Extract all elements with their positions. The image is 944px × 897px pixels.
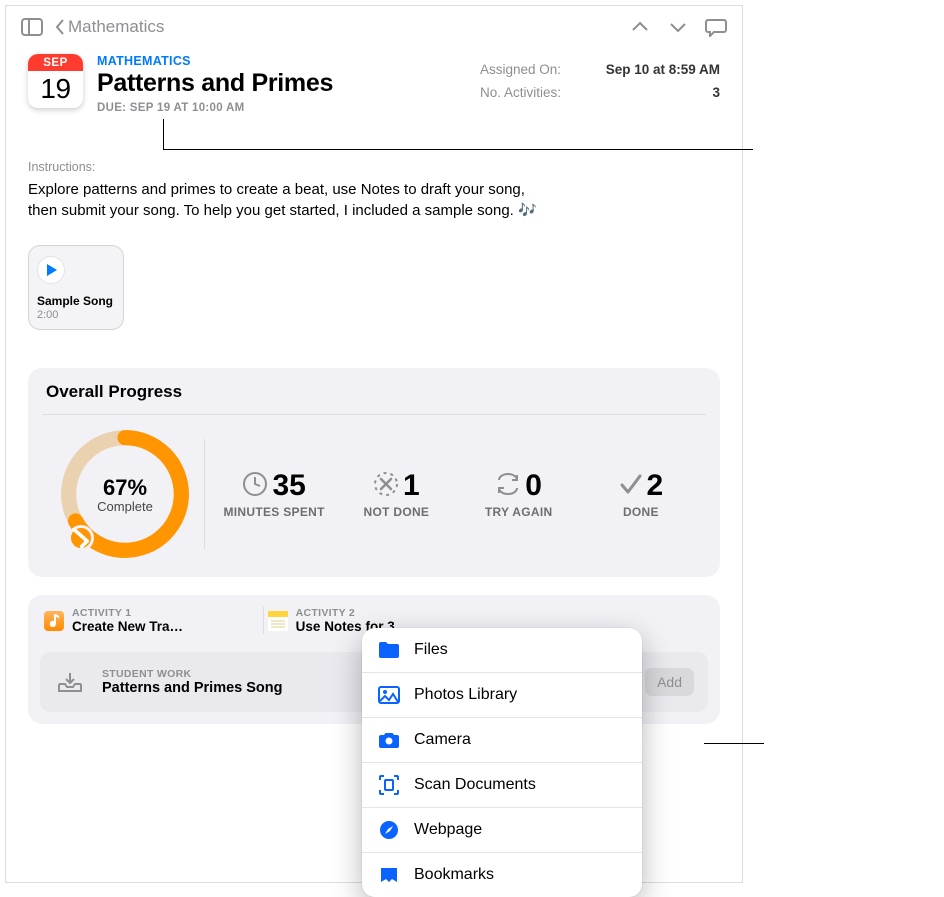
completion-label: Complete bbox=[97, 499, 153, 514]
assignment-meta: Assigned On: Sep 10 at 8:59 AM No. Activ… bbox=[480, 58, 720, 104]
stat-minutes-spent: 35 MINUTES SPENT bbox=[213, 469, 335, 519]
calendar-month: SEP bbox=[28, 54, 83, 71]
due-line: DUE: SEP 19 AT 10:00 AM bbox=[97, 102, 427, 114]
add-button[interactable]: Add bbox=[645, 668, 694, 696]
stat-value: 2 bbox=[647, 469, 664, 503]
callout-line bbox=[163, 149, 753, 150]
assignment-header: SEP 19 MATHEMATICS Patterns and Primes D… bbox=[6, 48, 742, 118]
activities-label: No. Activities: bbox=[480, 85, 561, 100]
assigned-label: Assigned On: bbox=[480, 62, 561, 77]
nav-down-icon[interactable] bbox=[662, 11, 694, 43]
instructions-text: Explore patterns and primes to create a … bbox=[28, 180, 538, 221]
notes-icon bbox=[268, 611, 288, 631]
overall-progress-title: Overall Progress bbox=[46, 382, 702, 402]
nav-up-icon[interactable] bbox=[624, 11, 656, 43]
menu-label: Webpage bbox=[414, 821, 482, 839]
completion-percent: 67% bbox=[103, 475, 147, 501]
comments-icon[interactable] bbox=[700, 11, 732, 43]
activities-value: 3 bbox=[712, 85, 720, 100]
stat-not-done: 1 NOT DONE bbox=[335, 469, 457, 519]
callout-line bbox=[704, 743, 764, 744]
attachment-duration: 2:00 bbox=[37, 309, 115, 321]
photos-icon bbox=[378, 684, 400, 706]
calendar-badge: SEP 19 bbox=[28, 54, 83, 108]
stat-label: NOT DONE bbox=[335, 505, 457, 519]
menu-item-webpage[interactable]: Webpage bbox=[362, 807, 642, 852]
menu-item-camera[interactable]: Camera bbox=[362, 717, 642, 762]
stat-label: TRY AGAIN bbox=[458, 505, 580, 519]
stat-value: 35 bbox=[272, 469, 305, 503]
toolbar: Mathematics bbox=[6, 6, 742, 48]
subject-crumb: MATHEMATICS bbox=[97, 54, 427, 68]
safari-icon bbox=[378, 819, 400, 841]
menu-item-photos[interactable]: Photos Library bbox=[362, 672, 642, 717]
menu-item-scan[interactable]: Scan Documents bbox=[362, 762, 642, 807]
not-done-icon bbox=[373, 471, 399, 502]
assigned-value: Sep 10 at 8:59 AM bbox=[606, 62, 720, 77]
back-button[interactable]: Mathematics bbox=[54, 17, 164, 37]
menu-item-files[interactable]: Files bbox=[362, 628, 642, 672]
completion-gauge: 67% Complete bbox=[60, 429, 190, 559]
callout-line bbox=[163, 119, 164, 149]
camera-icon bbox=[378, 729, 400, 751]
calendar-day: 19 bbox=[28, 71, 83, 108]
menu-label: Files bbox=[414, 641, 448, 659]
instructions-label: Instructions: bbox=[28, 160, 720, 174]
stat-label: DONE bbox=[580, 505, 702, 519]
stat-try-again: 0 TRY AGAIN bbox=[458, 469, 580, 519]
play-icon[interactable] bbox=[37, 256, 65, 284]
clock-icon bbox=[242, 471, 268, 502]
inbox-download-icon bbox=[54, 666, 86, 698]
menu-label: Scan Documents bbox=[414, 776, 536, 794]
bookmark-icon bbox=[378, 864, 400, 886]
activity-item-1[interactable]: ACTIVITY 1 Create New Tra… bbox=[40, 607, 261, 634]
stat-label: MINUTES SPENT bbox=[213, 505, 335, 519]
menu-label: Photos Library bbox=[414, 686, 517, 704]
folder-icon bbox=[378, 639, 400, 661]
student-work-overline: STUDENT WORK bbox=[102, 668, 283, 680]
stat-done: 2 DONE bbox=[580, 469, 702, 519]
garageband-icon bbox=[44, 611, 64, 631]
assignment-title: Patterns and Primes bbox=[97, 69, 427, 98]
add-source-popover: Files Photos Library Camera Scan Documen… bbox=[362, 628, 642, 897]
attachment-title: Sample Song bbox=[37, 294, 115, 308]
back-label: Mathematics bbox=[68, 17, 164, 37]
check-icon bbox=[619, 473, 643, 500]
stat-value: 0 bbox=[525, 469, 542, 503]
attachment-sample-song[interactable]: Sample Song 2:00 bbox=[28, 245, 124, 330]
activity-name: Create New Tra… bbox=[72, 619, 183, 634]
student-work-name: Patterns and Primes Song bbox=[102, 680, 283, 696]
sidebar-toggle-icon[interactable] bbox=[16, 11, 48, 43]
menu-label: Camera bbox=[414, 731, 471, 749]
activity-overline: ACTIVITY 2 bbox=[296, 607, 409, 619]
activity-overline: ACTIVITY 1 bbox=[72, 607, 183, 619]
checkmark-badge-icon bbox=[68, 525, 94, 551]
scan-icon bbox=[378, 774, 400, 796]
refresh-icon bbox=[495, 473, 521, 500]
menu-item-bookmarks[interactable]: Bookmarks bbox=[362, 852, 642, 897]
overall-progress-card: Overall Progress 67% Complete bbox=[28, 368, 720, 577]
stat-value: 1 bbox=[403, 469, 420, 503]
menu-label: Bookmarks bbox=[414, 866, 494, 884]
